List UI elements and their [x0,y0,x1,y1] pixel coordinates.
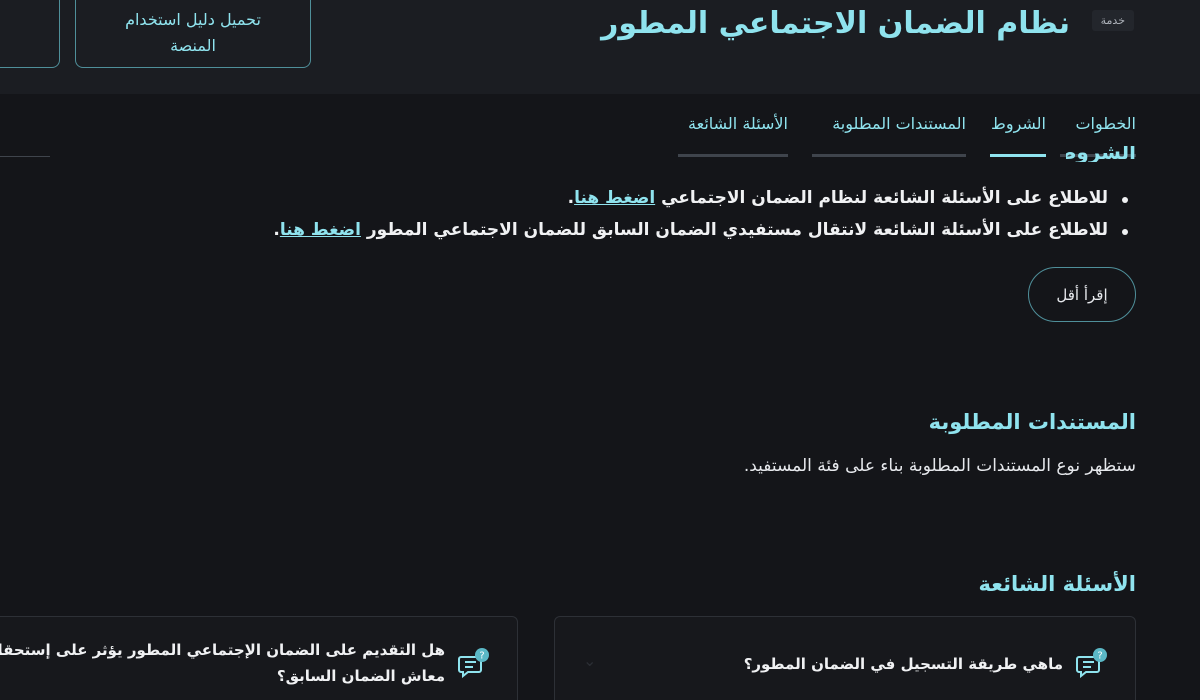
svg-text:?: ? [479,651,484,662]
faq-heading: الأسئلة الشائعة [978,572,1137,596]
faq-link[interactable]: اضغط هنا [574,188,655,208]
tab-faq[interactable]: الأسئلة الشائعة [688,114,788,133]
chat-question-icon: ? [1076,648,1107,679]
list-item: للاطلاع على الأسئلة الشائعة لنظام الضمان… [86,182,1136,214]
chat-question-icon: ? [458,648,489,679]
condition-text: للاطلاع على الأسئلة الشائعة لنظام الضمان… [655,188,1108,208]
faq-question: هل التقديم على الضمان الإجتماعي المطور ي… [0,641,445,685]
list-item: للاطلاع على الأسئلة الشائعة لانتقال مستف… [86,214,1136,246]
tab-steps[interactable]: الخطوات [1075,114,1136,133]
chevron-down-icon: ⌄ [583,651,597,670]
tab-conditions[interactable]: الشروط [991,114,1046,133]
read-less-button[interactable]: إقرأ أقل [1028,267,1136,322]
faq-question: ماهي طريقة التسجيل في الضمان المطور؟ [743,655,1063,673]
tab-divider [0,156,50,157]
faq-card[interactable]: ? ماهي طريقة التسجيل في الضمان المطور؟ ⌄ [554,616,1136,700]
download-guide-button[interactable]: تحميل دليل استخدام المنصة [75,0,311,68]
faq-card[interactable]: ? هل التقديم على الضمان الإجتماعي المطور… [0,616,518,700]
page-title: نظام الضمان الاجتماعي المطور [601,6,1070,41]
conditions-heading-clipped: الشروط [1066,146,1136,162]
tab-underline-conditions-active [990,154,1046,157]
page: خدمة نظام الضمان الاجتماعي المطور تحميل … [0,0,1200,700]
condition-text: للاطلاع على الأسئلة الشائعة لانتقال مستف… [360,220,1108,240]
conditions-list: للاطلاع على الأسئلة الشائعة لنظام الضمان… [86,182,1136,246]
documents-heading: المستندات المطلوبة [928,410,1136,434]
migration-faq-link[interactable]: اضغط هنا [280,220,361,240]
documents-description: ستظهر نوع المستندات المطلوبة بناء على فئ… [743,456,1136,476]
svg-text:?: ? [1097,651,1102,662]
secondary-header-button[interactable]: ت [0,0,60,68]
tab-required-documents[interactable]: المستندات المطلوبة [832,114,966,133]
tab-underline-documents [812,154,966,157]
section-tabs: الخطوات الشروط المستندات المطلوبة الأسئل… [0,94,1200,158]
service-header: خدمة نظام الضمان الاجتماعي المطور تحميل … [0,0,1200,94]
service-badge: خدمة [1091,10,1134,31]
tab-underline-faq [678,154,788,157]
